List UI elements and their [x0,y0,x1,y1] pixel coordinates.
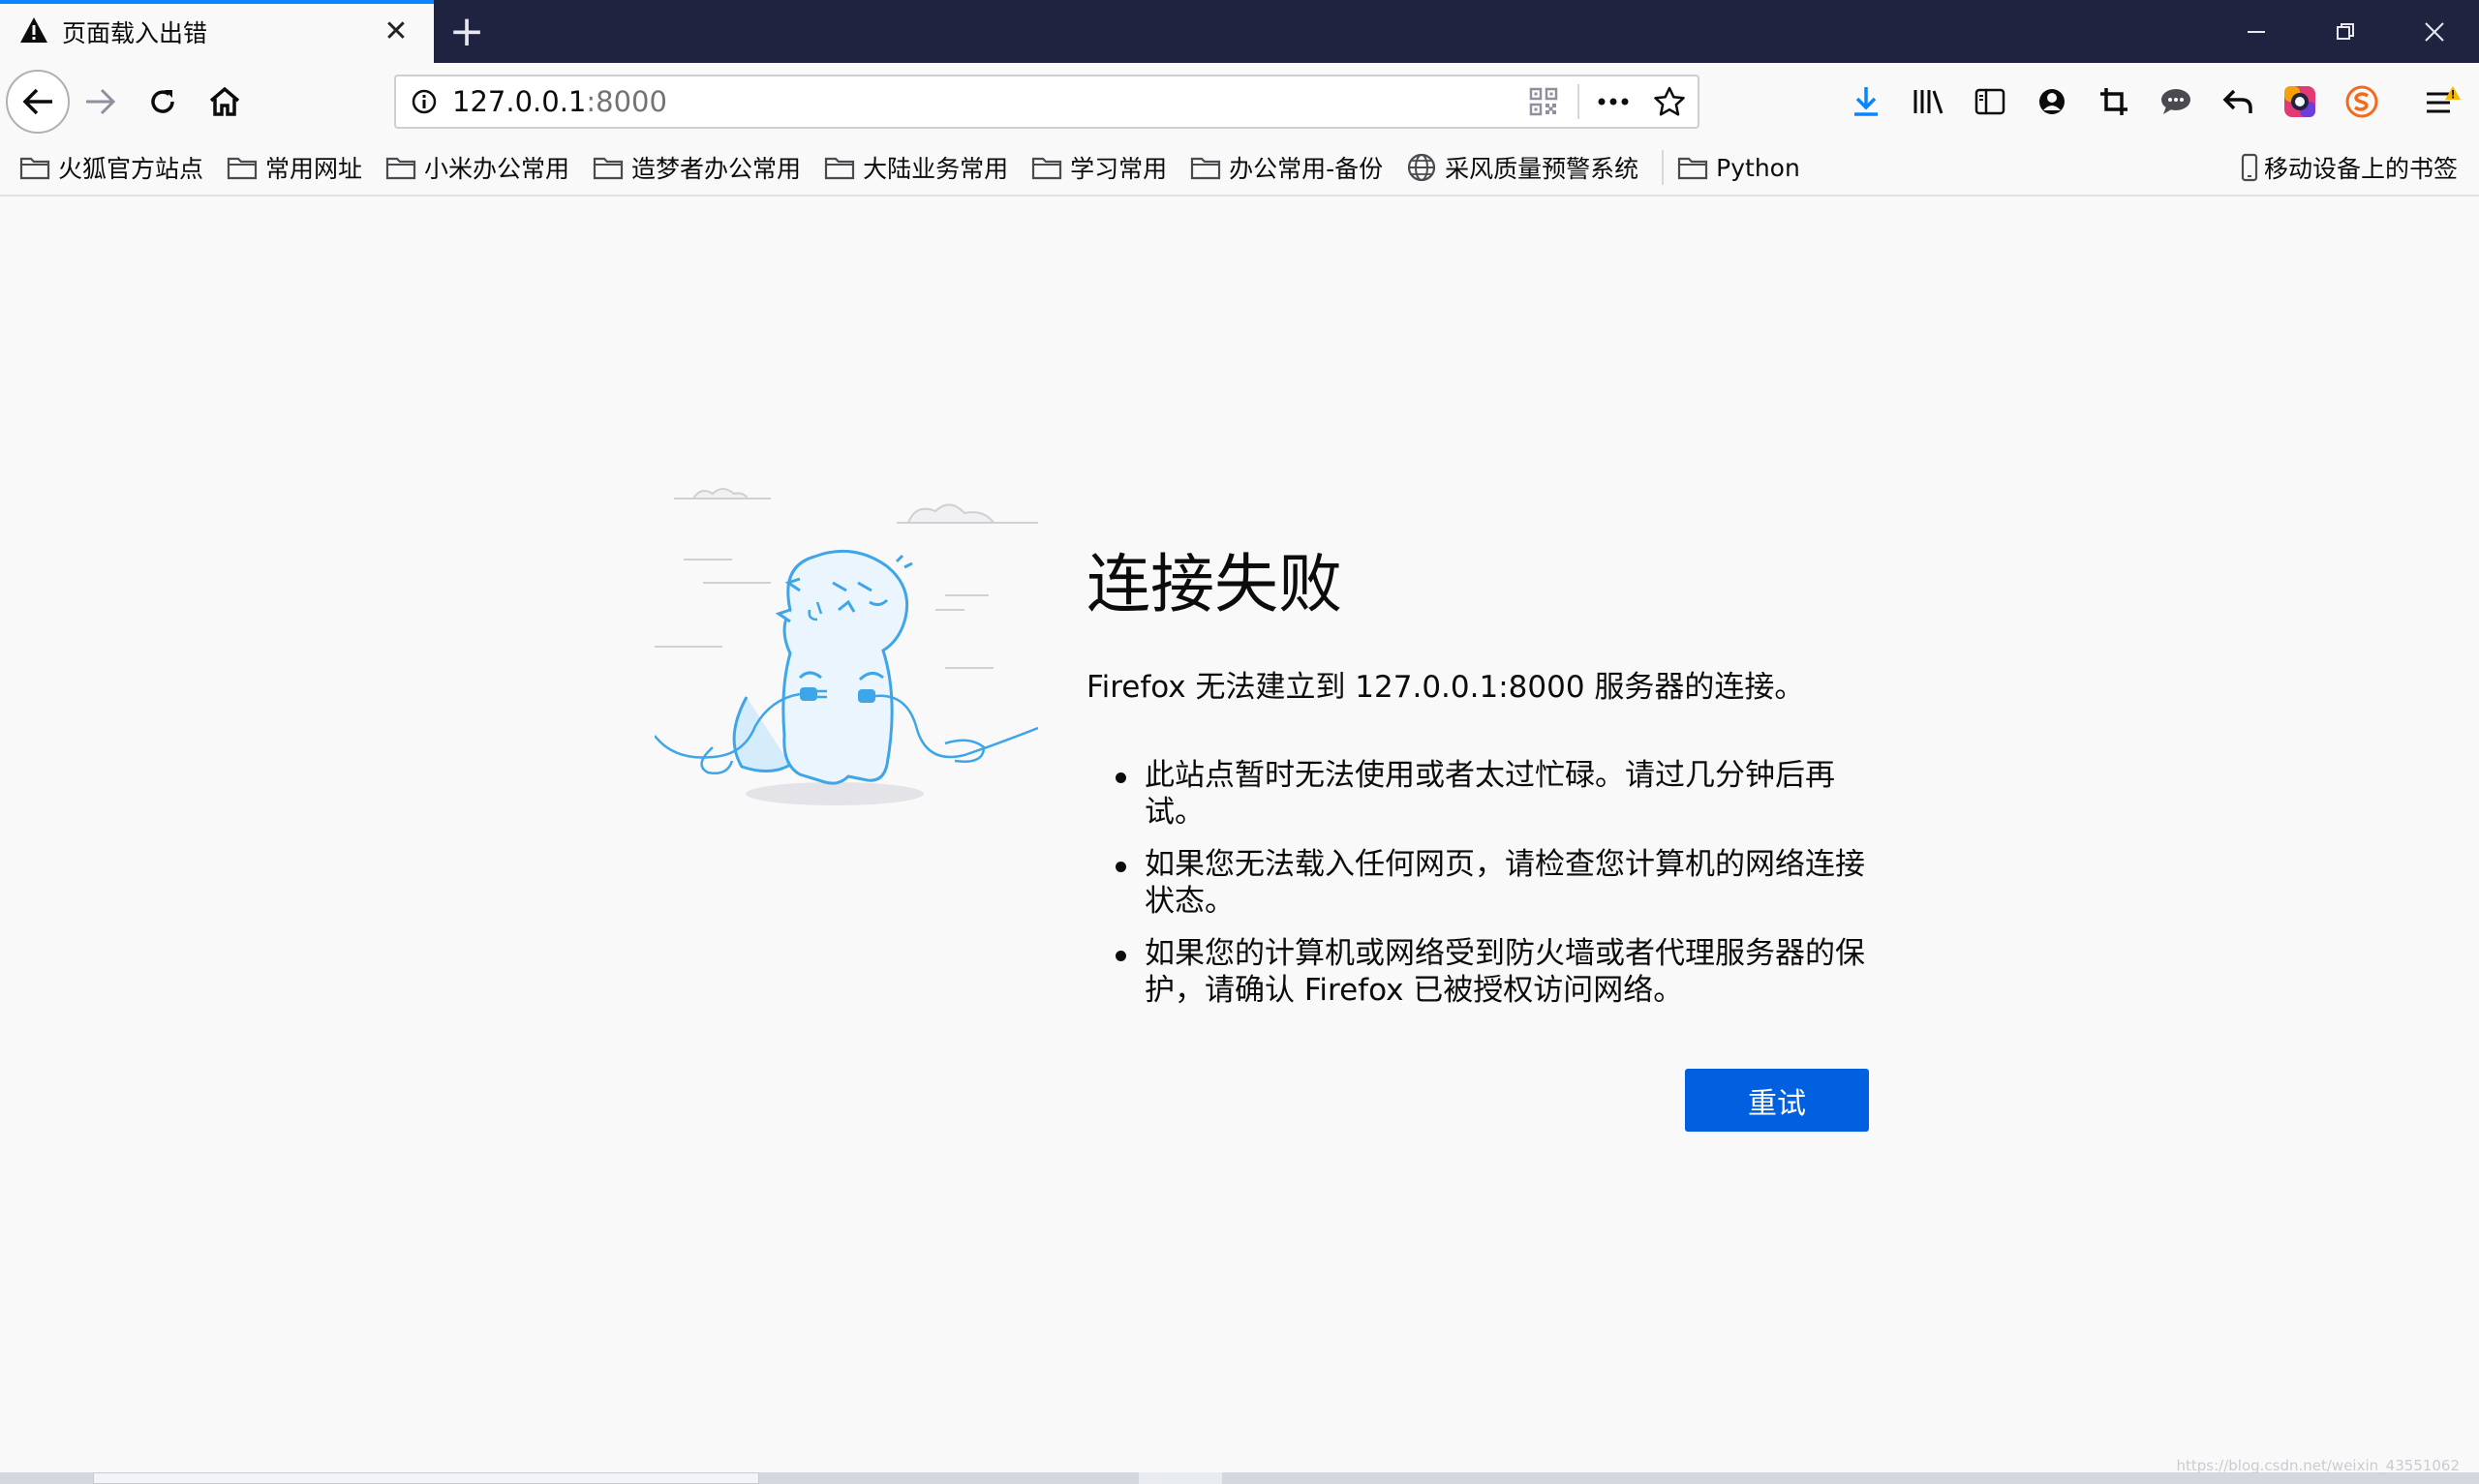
folder-icon [1031,157,1062,180]
sidebar-icon[interactable] [1959,71,2021,133]
undo-close-tab-icon[interactable] [2207,71,2269,133]
bookmark-folder[interactable]: 造梦者办公常用 [593,150,801,185]
bookmark-label: 火狐官方站点 [58,155,204,183]
mobile-bookmarks[interactable]: 移动设备上的书签 [2241,150,2458,185]
bookmark-label: 常用网址 [265,155,363,183]
folder-icon [19,157,50,180]
error-suggestions: 此站点暂时无法使用或者太过忙碌。请过几分钟后再试。 如果您无法载入任何网页，请检… [1114,757,1879,1024]
chat-bubble-icon[interactable] [2145,71,2207,133]
mobile-phone-icon [2241,153,2258,182]
bookmark-folder[interactable]: 大陆业务常用 [824,150,1008,185]
bookmark-label: 造梦者办公常用 [631,155,802,183]
info-icon[interactable] [396,88,452,115]
folder-icon [1190,157,1221,180]
bookmarks-toolbar: 火狐官方站点 常用网址 小米办公常用 造梦者办公常用 大陆业务常用 学习常用 办… [0,140,2479,197]
bookmark-folder[interactable]: 办公常用-备份 [1190,150,1383,185]
back-button[interactable] [6,70,70,134]
bookmark-label: 办公常用-备份 [1229,155,1384,183]
taskbar-segment [93,1472,759,1484]
url-separator [1577,84,1579,119]
restore-icon[interactable] [2301,0,2390,63]
globe-icon [1408,153,1436,182]
forward-button[interactable] [70,71,132,133]
active-tab[interactable]: 页面载入出错 ✕ [0,0,434,63]
tab-strip: 页面载入出错 ✕ + [0,0,2479,63]
url-input[interactable]: 127.0.0.1:8000 [452,85,1515,118]
hamburger-menu-icon[interactable] [2411,71,2473,133]
bookmark-label: 大陆业务常用 [863,155,1009,183]
minimize-icon[interactable] [2212,0,2301,63]
folder-icon [1678,157,1708,180]
account-icon[interactable] [2021,71,2083,133]
suggestion-item: 如果您无法载入任何网页，请检查您计算机的网络连接状态。 [1114,846,1879,920]
s-extension-icon[interactable] [2331,71,2393,133]
reload-button[interactable] [132,71,194,133]
bookmark-label: 学习常用 [1070,155,1168,183]
bookmark-folder[interactable]: 常用网址 [227,150,362,185]
bookmark-separator [1662,150,1665,185]
bookmark-label: 小米办公常用 [424,155,570,183]
taskbar-strip [0,1472,2479,1484]
qr-code-icon[interactable] [1515,76,1572,127]
mobile-bookmarks-label: 移动设备上的书签 [2263,155,2458,183]
bookmark-folder[interactable]: 火狐官方站点 [19,150,203,185]
retry-button[interactable]: 重试 [1685,1069,1869,1132]
bookmark-link[interactable]: 采风质量预警系统 [1406,150,1638,185]
watermark: https://blog.csdn.net/weixin_43551062 [2176,1457,2460,1474]
error-title: 连接失败 [1086,547,1342,621]
download-icon[interactable] [1835,71,1897,133]
folder-icon [824,157,855,180]
bookmark-label: Python [1716,153,1800,182]
new-tab-button[interactable]: + [434,0,500,63]
tab-title: 页面载入出错 [62,18,208,47]
toolbar-extensions [1835,71,2393,133]
error-description: Firefox 无法建立到 127.0.0.1:8000 服务器的连接。 [1086,670,1805,705]
unplugged-dinosaur-illustration [655,488,1038,805]
bookmark-folder[interactable]: Python [1677,154,1800,182]
navigation-toolbar: 127.0.0.1:8000 [0,63,2479,140]
color-picker-extension-icon[interactable] [2269,71,2331,133]
tab-close-icon[interactable]: ✕ [378,14,414,50]
url-port: :8000 [586,85,667,118]
screenshot-crop-icon[interactable] [2083,71,2145,133]
tabbar-spacer [500,0,2212,63]
library-icon[interactable] [1897,71,1959,133]
page-actions-icon[interactable] [1585,76,1641,127]
bookmark-label: 采风质量预警系统 [1445,155,1639,183]
folder-icon [385,157,416,180]
bookmark-folder[interactable]: 学习常用 [1031,150,1167,185]
taskbar-segment [1139,1472,1222,1484]
bookmark-folder[interactable]: 小米办公常用 [385,150,569,185]
folder-icon [227,157,258,180]
url-host: 127.0.0.1 [452,85,587,118]
warning-icon [19,16,48,47]
suggestion-item: 如果您的计算机或网络受到防火墙或者代理服务器的保护，请确认 Firefox 已被… [1114,935,1879,1009]
suggestion-item: 此站点暂时无法使用或者太过忙碌。请过几分钟后再试。 [1114,757,1879,831]
close-window-icon[interactable] [2390,0,2479,63]
url-bar[interactable]: 127.0.0.1:8000 [394,75,1699,129]
home-button[interactable] [194,71,256,133]
bookmark-star-icon[interactable] [1641,76,1698,127]
folder-icon [593,157,624,180]
